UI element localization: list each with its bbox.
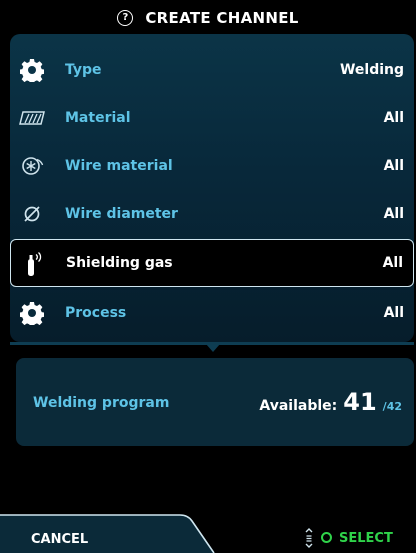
- diameter-icon: [19, 202, 45, 226]
- list-item-value: All: [383, 158, 404, 174]
- list-item-value: All: [383, 305, 404, 321]
- scroll-wheel-icon: [305, 528, 313, 548]
- list-item-type[interactable]: Type Welding: [10, 46, 414, 94]
- list-item-value: All: [382, 255, 403, 271]
- list-item-wire-material[interactable]: Wire material All: [10, 142, 414, 190]
- available-number: 41: [343, 388, 377, 416]
- list-item-wire-diameter[interactable]: Wire diameter All: [10, 190, 414, 238]
- help-circle-icon[interactable]: ?: [117, 10, 134, 26]
- list-item-label: Process: [65, 305, 127, 321]
- cancel-button[interactable]: CANCEL: [31, 532, 88, 547]
- list-item-material[interactable]: Material All: [10, 94, 414, 142]
- filter-list: Type Welding Material All Wire material …: [10, 34, 414, 342]
- list-item-label: Type: [65, 62, 102, 78]
- program-label: Welding program: [33, 395, 170, 411]
- available-count: Available: 41 /42: [259, 388, 402, 416]
- header: ? CREATE CHANNEL: [0, 0, 416, 36]
- gas-bottle-icon: [20, 252, 46, 276]
- list-item-value: Welding: [339, 62, 404, 78]
- footer: CANCEL SELECT: [0, 505, 416, 553]
- list-item-value: All: [383, 206, 404, 222]
- select-button[interactable]: SELECT: [339, 531, 393, 546]
- page-title: CREATE CHANNEL: [145, 9, 299, 27]
- list-item-label: Wire diameter: [65, 206, 178, 222]
- wire-spool-icon: [19, 154, 45, 178]
- gear-icon: [19, 301, 45, 325]
- select-knob-icon: [321, 532, 332, 543]
- list-item-label: Material: [65, 110, 131, 126]
- available-label: Available:: [259, 398, 338, 414]
- list-item-label: Shielding gas: [66, 255, 173, 271]
- welding-program-summary: Welding program Available: 41 /42: [16, 358, 414, 446]
- list-item-label: Wire material: [65, 158, 173, 174]
- list-item-value: All: [383, 110, 404, 126]
- list-item-process[interactable]: Process All: [10, 289, 414, 337]
- available-total: /42: [382, 400, 402, 413]
- gear-icon: [19, 58, 45, 82]
- material-icon: [19, 106, 45, 130]
- list-item-shielding-gas[interactable]: Shielding gas All: [10, 239, 414, 287]
- down-pointer-icon: [206, 344, 220, 352]
